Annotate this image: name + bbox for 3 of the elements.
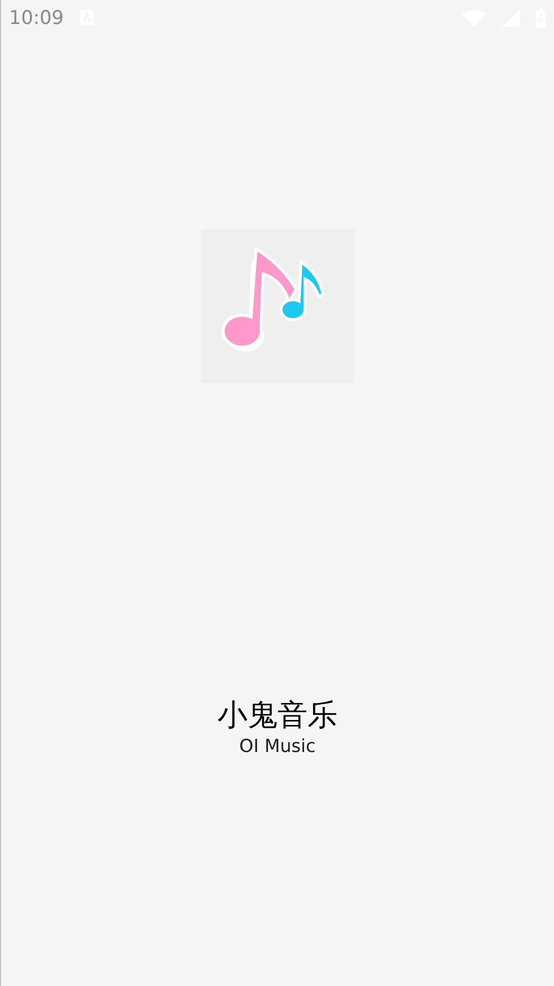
app-subtitle: OI Music bbox=[239, 735, 316, 759]
app-title: 小鬼音乐 bbox=[218, 697, 338, 735]
status-time: 10:09 bbox=[9, 6, 64, 31]
